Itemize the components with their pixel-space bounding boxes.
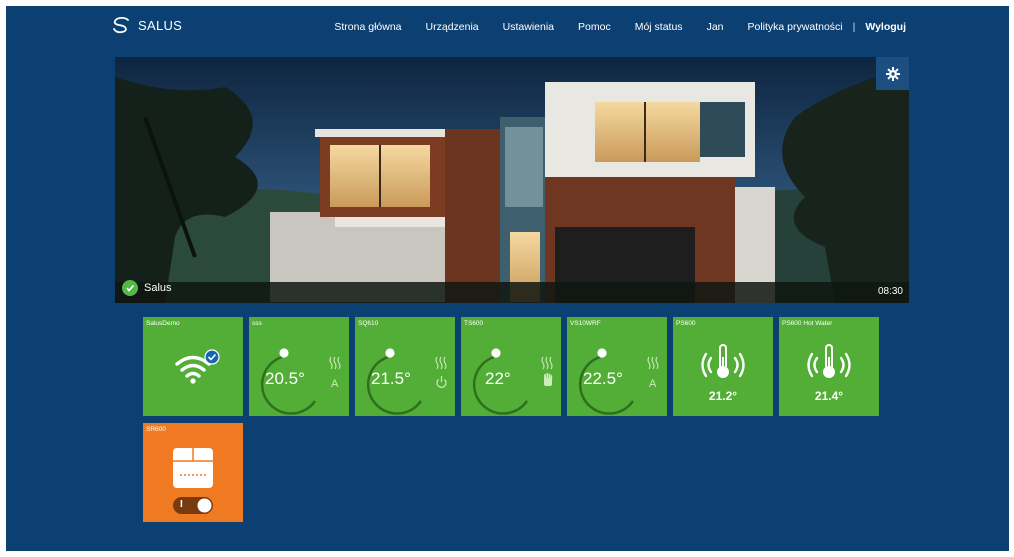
device-tile-relay[interactable]: SR600 I: [143, 423, 243, 522]
device-tile-thermostat[interactable]: TS600 22°: [461, 317, 561, 416]
location-name: Salus: [144, 282, 172, 294]
app-window: SALUS Strona główna Urządzenia Ustawieni…: [6, 6, 1009, 551]
dial-icon: A: [260, 348, 341, 415]
hero-settings-button[interactable]: [876, 57, 909, 90]
nav-user[interactable]: Jan: [707, 21, 724, 33]
top-nav: Strona główna Urządzenia Ustawienia Pomo…: [310, 21, 906, 33]
probe-temperature: 21.4°: [814, 389, 844, 403]
nav-settings[interactable]: Ustawienia: [503, 21, 554, 33]
wifi-icon: [175, 349, 220, 384]
auto-icon: A: [331, 378, 339, 390]
nav-separator: |: [852, 21, 856, 33]
dial-icon: [366, 348, 447, 415]
nav-privacy[interactable]: Polityka prywatności: [748, 21, 843, 33]
salus-logo[interactable]: SALUS: [111, 16, 182, 34]
brand-name: SALUS: [138, 17, 183, 33]
dial-icon: A: [578, 348, 659, 415]
power-icon: [436, 376, 447, 388]
relay-switch-label: I: [180, 499, 183, 510]
thermostat-temperature: 22.5°: [583, 369, 623, 388]
device-tile-thermostat[interactable]: SQ610 21.5°: [355, 317, 455, 416]
thermostat-temperature: 20.5°: [265, 369, 305, 388]
probe-temperature: 21.2°: [708, 389, 738, 403]
dial-icon: [472, 348, 553, 415]
relay-device-icon: [173, 448, 213, 514]
location-label[interactable]: Salus: [122, 280, 172, 296]
nav-my-status[interactable]: Mój status: [635, 21, 683, 33]
thermostat-temperature: 21.5°: [371, 369, 411, 388]
device-tile-probe[interactable]: PS600 Hot Water 21.4°: [779, 317, 879, 416]
device-tile-gateway[interactable]: SalusDemo: [143, 317, 243, 416]
salus-logo-icon: [113, 16, 129, 34]
toggle-switch-icon: [173, 497, 213, 514]
location-time: 08:30: [877, 286, 903, 297]
nav-devices[interactable]: Urządzenia: [426, 21, 479, 33]
device-tile-thermostat[interactable]: VS10WRF A 22.5°: [567, 317, 667, 416]
device-tile-probe[interactable]: PS600 21.2°: [673, 317, 773, 416]
house-photo: [115, 57, 909, 303]
nav-home[interactable]: Strona główna: [334, 21, 401, 33]
location-hero: Salus 08:30: [115, 57, 909, 303]
nav-help[interactable]: Pomoc: [578, 21, 611, 33]
auto-icon: A: [649, 378, 657, 390]
device-tile-thermostat[interactable]: sss A 20.5°: [249, 317, 349, 416]
thermostat-temperature: 22°: [485, 369, 511, 388]
online-check-icon: [122, 280, 138, 296]
hand-icon: [544, 373, 553, 386]
nav-logout[interactable]: Wyloguj: [865, 21, 906, 33]
gear-icon: [885, 66, 900, 81]
